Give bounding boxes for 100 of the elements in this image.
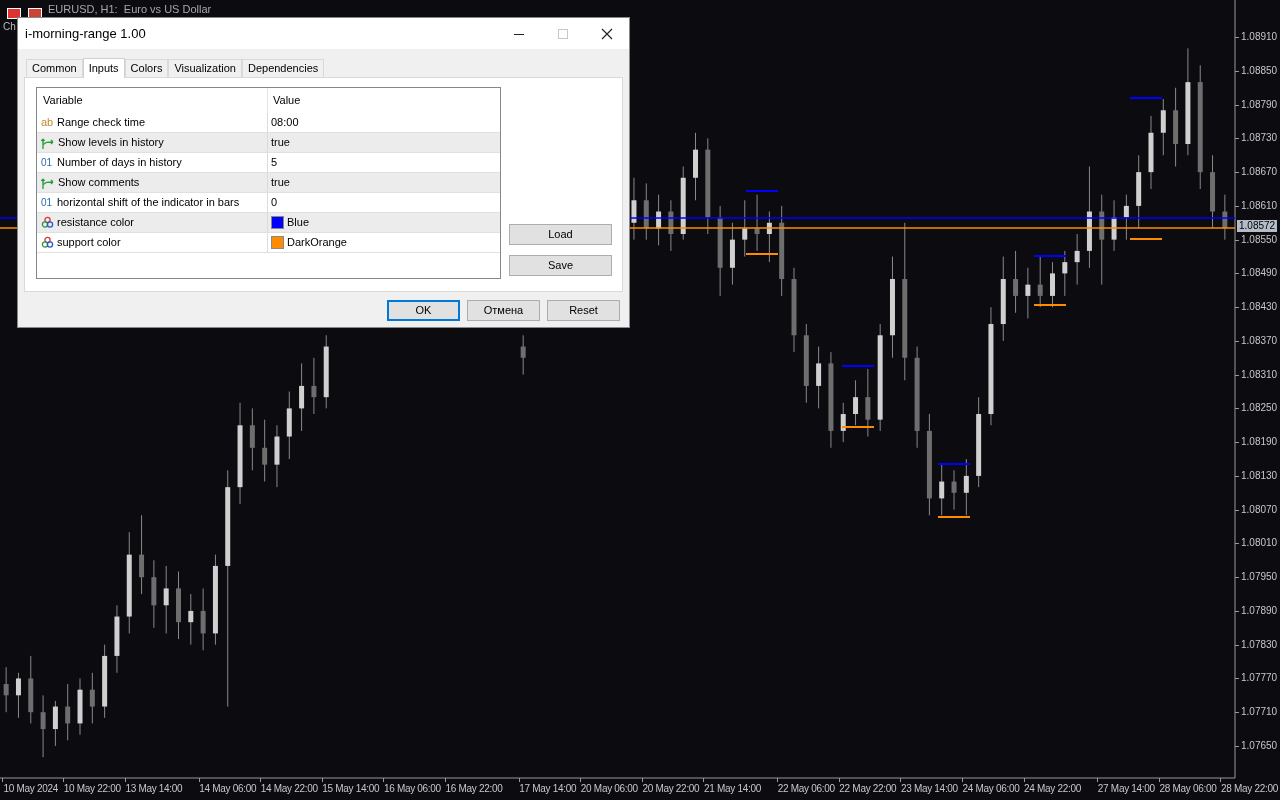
candle bbox=[1025, 267, 1031, 319]
price-label: 1.07770 bbox=[1241, 672, 1278, 685]
candle bbox=[40, 694, 46, 758]
dialog-title: i-morning-range 1.00 bbox=[25, 24, 147, 43]
price-label: 1.08370 bbox=[1241, 334, 1278, 347]
candle bbox=[865, 368, 871, 438]
candle bbox=[1062, 250, 1068, 297]
tab[interactable]: Dependencies bbox=[241, 59, 325, 77]
price-label: 1.08610 bbox=[1241, 199, 1278, 212]
value-cell[interactable]: Blue bbox=[287, 214, 310, 231]
candle bbox=[274, 424, 280, 488]
time-label: 20 May 06:00 bbox=[579, 783, 639, 795]
candle bbox=[1050, 261, 1055, 308]
time-label: 23 May 14:00 bbox=[899, 783, 959, 795]
current-price-label: 1.08572 bbox=[1237, 220, 1278, 232]
candle bbox=[643, 182, 649, 241]
dialog-button[interactable]: Отмена bbox=[467, 300, 540, 321]
price-label: 1.08550 bbox=[1241, 233, 1278, 246]
time-label: 14 May 22:00 bbox=[259, 783, 319, 795]
price-label: 1.08430 bbox=[1241, 301, 1278, 314]
time-label: 13 May 14:00 bbox=[124, 783, 184, 795]
candle bbox=[1222, 194, 1228, 241]
integer-type-icon: 01 bbox=[41, 155, 54, 170]
candle bbox=[52, 700, 58, 747]
candle bbox=[656, 194, 662, 246]
value-cell[interactable]: 5 bbox=[271, 154, 278, 171]
tab[interactable]: Colors bbox=[124, 59, 169, 77]
candle bbox=[249, 407, 255, 471]
time-label: 20 May 22:00 bbox=[641, 783, 701, 795]
value-cell[interactable]: DarkOrange bbox=[287, 234, 347, 251]
price-label: 1.07710 bbox=[1241, 706, 1278, 719]
price-label: 1.08010 bbox=[1241, 537, 1278, 550]
time-label: 10 May 2024 bbox=[2, 783, 60, 795]
variable-cell-text: Show levels in history bbox=[58, 135, 164, 151]
time-label: 21 May 14:00 bbox=[702, 783, 762, 795]
candle bbox=[693, 132, 698, 201]
side-button[interactable]: Load bbox=[509, 224, 612, 245]
dialog-button[interactable]: Reset bbox=[547, 300, 620, 321]
tab[interactable]: Inputs bbox=[82, 58, 125, 78]
candle bbox=[163, 565, 169, 634]
candle bbox=[1074, 233, 1080, 286]
candle bbox=[200, 587, 206, 651]
price-label: 1.08670 bbox=[1241, 166, 1278, 179]
close-icon[interactable] bbox=[601, 27, 613, 40]
price-label: 1.08850 bbox=[1241, 64, 1278, 77]
candle bbox=[1111, 199, 1117, 252]
price-label: 1.08310 bbox=[1241, 368, 1278, 381]
candle bbox=[299, 362, 305, 432]
candle bbox=[15, 672, 21, 719]
price-label: 1.08190 bbox=[1241, 436, 1278, 449]
time-label: 15 May 14:00 bbox=[321, 783, 381, 795]
time-label: 27 May 14:00 bbox=[1096, 783, 1156, 795]
candle bbox=[520, 334, 526, 376]
value-cell[interactable]: true bbox=[271, 174, 290, 191]
variable-cell-text: horizontal shift of the indicator in bars bbox=[57, 195, 240, 211]
candle bbox=[729, 222, 735, 286]
price-label: 1.07830 bbox=[1241, 638, 1278, 651]
time-label: 24 May 22:00 bbox=[1023, 783, 1082, 795]
price-label: 1.08490 bbox=[1241, 267, 1278, 280]
price-label: 1.08250 bbox=[1241, 402, 1278, 415]
time-label: 10 May 22:00 bbox=[62, 783, 122, 795]
tab[interactable]: Visualization bbox=[168, 59, 242, 77]
candle bbox=[311, 357, 317, 415]
value-cell[interactable]: 0 bbox=[271, 194, 278, 211]
time-label: 24 May 06:00 bbox=[961, 783, 1021, 795]
time-label: 14 May 06:00 bbox=[198, 783, 258, 795]
variable-cell-text: Number of days in history bbox=[57, 155, 182, 171]
price-label: 1.07650 bbox=[1241, 739, 1278, 752]
maximize-icon bbox=[557, 27, 569, 40]
candle bbox=[77, 677, 83, 736]
candle bbox=[28, 655, 34, 724]
dialog-button[interactable]: OK bbox=[387, 300, 460, 321]
candle bbox=[114, 604, 120, 674]
value-cell[interactable]: 08:00 bbox=[271, 114, 299, 131]
candle bbox=[1160, 98, 1166, 156]
candle bbox=[188, 593, 194, 646]
time-label: 17 May 14:00 bbox=[518, 783, 578, 795]
variable-cell-text: Range check time bbox=[57, 115, 146, 131]
palette-circles-icon bbox=[41, 216, 54, 229]
value-cell[interactable]: true bbox=[271, 134, 290, 151]
menu-icon[interactable] bbox=[7, 8, 21, 19]
string-type-icon: ab bbox=[41, 114, 54, 131]
column-header[interactable]: Value bbox=[268, 88, 500, 113]
price-label: 1.08070 bbox=[1241, 503, 1278, 516]
variable-cell-text: Show comments bbox=[58, 175, 140, 191]
candle bbox=[65, 683, 71, 741]
chart-comment: Ch bbox=[3, 21, 16, 33]
candle bbox=[176, 571, 181, 640]
price-label: 1.08910 bbox=[1241, 31, 1278, 44]
candle bbox=[742, 199, 748, 257]
tab[interactable]: Common bbox=[26, 59, 83, 77]
candle bbox=[963, 458, 969, 516]
side-button[interactable]: Save bbox=[509, 255, 612, 276]
time-label: 28 May 22:00 bbox=[1219, 783, 1279, 795]
candle bbox=[816, 346, 822, 409]
price-label: 1.07950 bbox=[1241, 571, 1278, 584]
time-label: 22 May 22:00 bbox=[838, 783, 898, 795]
candle bbox=[1037, 256, 1043, 308]
integer-type-icon: 01 bbox=[41, 195, 54, 210]
candle bbox=[262, 419, 268, 483]
